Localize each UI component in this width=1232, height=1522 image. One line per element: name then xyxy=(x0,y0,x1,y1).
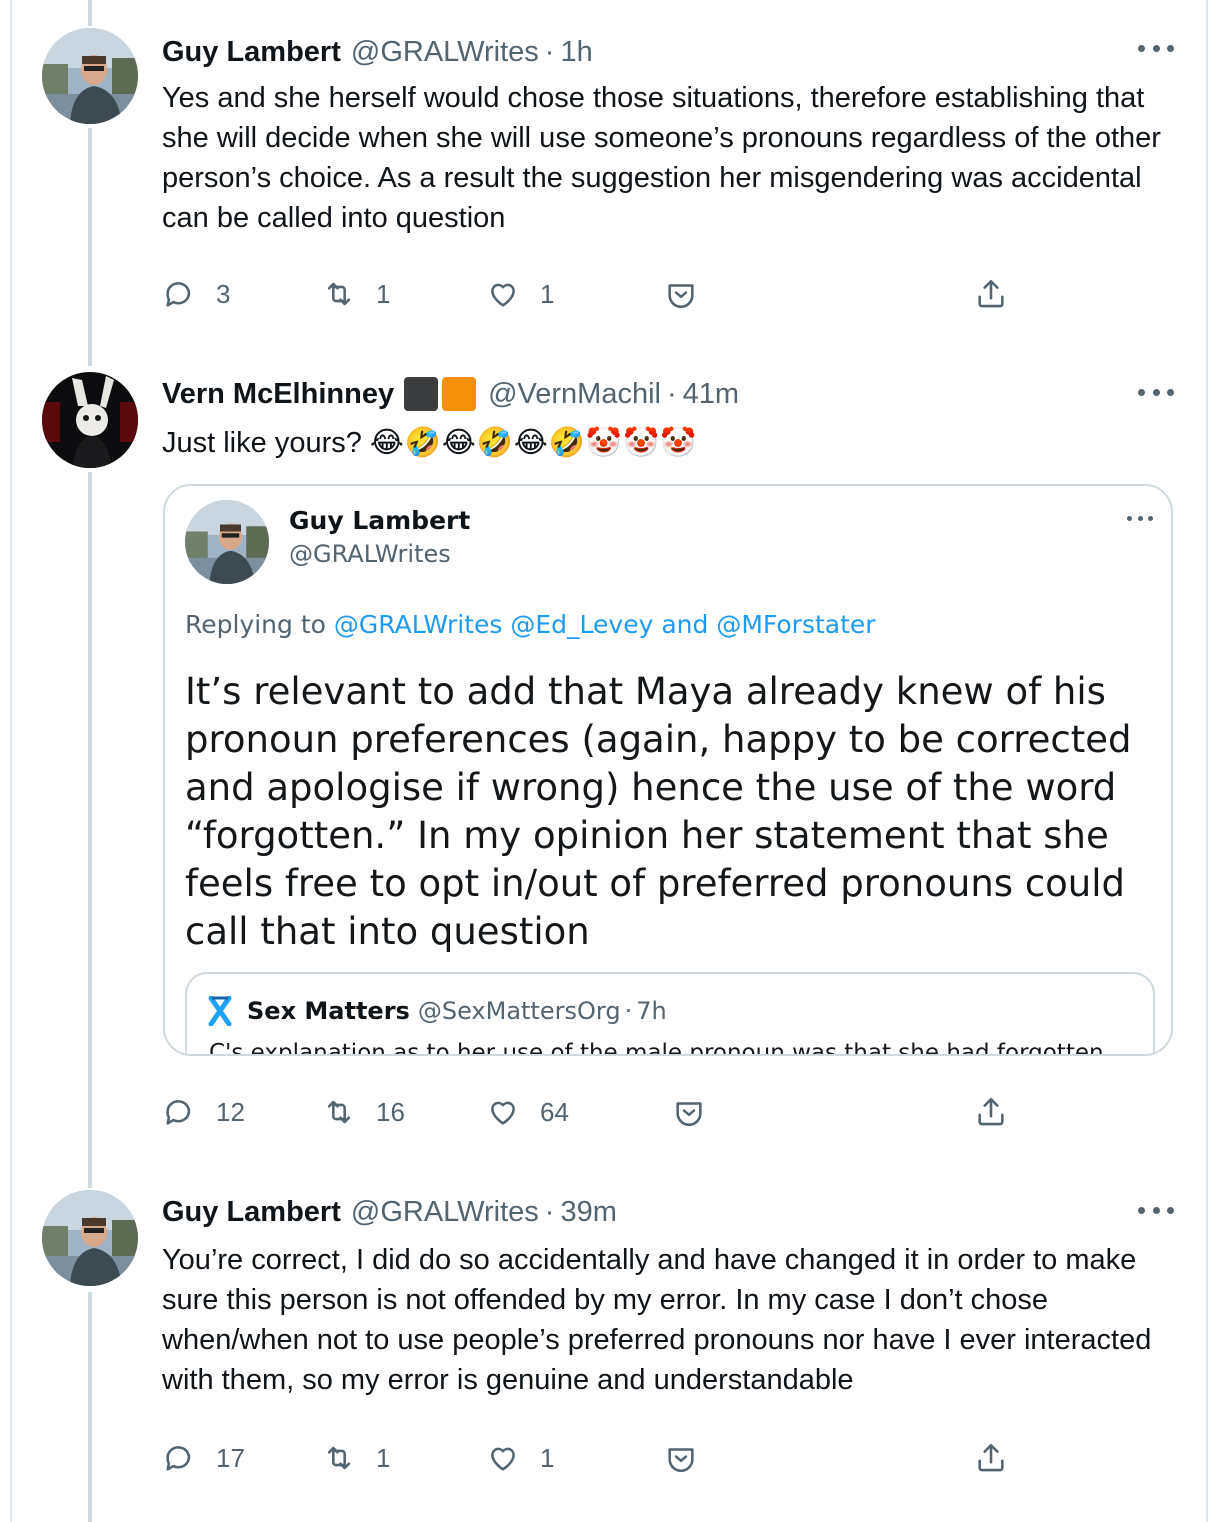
share-button[interactable] xyxy=(974,1090,1008,1134)
retweet-count: 1 xyxy=(376,1442,391,1473)
retweet-icon xyxy=(327,1446,351,1470)
tweet-text: Just like yours? xyxy=(162,427,362,459)
reply-button[interactable]: 3 xyxy=(162,272,230,316)
nested-tweet-header: Sex Matters @SexMattersOrg · 7h xyxy=(207,996,667,1026)
separator-dot: · xyxy=(544,1195,555,1228)
share-icon xyxy=(978,1097,1004,1126)
like-button[interactable]: 1 xyxy=(486,1436,554,1480)
mention-conjunction: and xyxy=(661,610,709,639)
timestamp[interactable]: 1h xyxy=(560,36,592,69)
tip-icon xyxy=(668,1448,694,1472)
orange-square-emoji xyxy=(442,377,477,411)
share-button[interactable] xyxy=(974,272,1008,316)
quoted-author-name[interactable]: Guy Lambert xyxy=(289,506,470,535)
avatar[interactable] xyxy=(42,28,138,124)
tweet-text: You’re correct, I did do so accidentally… xyxy=(162,1244,1152,1396)
author-name[interactable]: Guy Lambert xyxy=(162,36,341,69)
avatar[interactable] xyxy=(42,372,138,468)
like-button[interactable]: 64 xyxy=(486,1090,569,1134)
separator-dot: · xyxy=(544,35,555,68)
profile-photo-icon xyxy=(185,500,269,584)
like-button[interactable]: 1 xyxy=(486,272,554,316)
mention-link[interactable]: @Ed_Levey xyxy=(510,610,653,639)
quoted-author-handle[interactable]: @GRALWrites xyxy=(289,540,451,568)
tweet-actions: 3 1 1 xyxy=(0,272,1232,316)
reply-icon xyxy=(166,1446,191,1471)
thread-connector-top xyxy=(88,0,92,26)
profile-photo-icon xyxy=(42,1190,138,1286)
tip-button[interactable] xyxy=(672,1090,706,1134)
author-handle[interactable]: @GRALWrites xyxy=(351,36,539,69)
replying-to-label: Replying to xyxy=(185,610,326,639)
retweet-icon xyxy=(327,1100,351,1124)
timestamp[interactable]: 39m xyxy=(560,1196,616,1229)
author-name[interactable]: Vern McElhinney xyxy=(162,378,394,411)
more-icon[interactable] xyxy=(1138,42,1174,54)
tip-icon xyxy=(668,284,694,308)
mention-link[interactable]: @GRALWrites xyxy=(334,610,503,639)
profile-photo-icon xyxy=(42,28,138,124)
like-count: 64 xyxy=(540,1096,569,1127)
tweet-header: Guy Lambert @GRALWrites · 39m xyxy=(162,1192,617,1232)
tip-icon xyxy=(676,1102,702,1126)
tweet-actions: 17 1 1 xyxy=(0,1436,1232,1480)
emoji-sequence: 😂🤣😂🤣😂🤣🤡🤡🤡 xyxy=(369,425,698,459)
author-name[interactable]: Guy Lambert xyxy=(162,1196,341,1229)
like-count: 1 xyxy=(540,1442,555,1473)
reply-button[interactable]: 17 xyxy=(162,1436,245,1480)
retweet-count: 1 xyxy=(376,278,391,309)
tweet-text-row: Just like yours? 😂🤣😂🤣😂🤣🤡🤡🤡 xyxy=(162,422,1172,463)
share-button[interactable] xyxy=(974,1436,1008,1480)
like-icon xyxy=(491,1101,515,1125)
reply-button[interactable]: 12 xyxy=(162,1090,245,1134)
more-icon[interactable] xyxy=(1138,386,1174,398)
author-handle[interactable]: @GRALWrites xyxy=(351,1196,539,1229)
author-handle[interactable]: @VernMachil xyxy=(488,378,661,411)
tweet-header: Vern McElhinney @VernMachil · 41m xyxy=(162,374,739,414)
tweet-actions: 12 16 64 xyxy=(0,1090,1232,1134)
quoted-avatar[interactable] xyxy=(185,500,269,584)
like-icon xyxy=(491,1447,515,1471)
tweet[interactable]: Guy Lambert @GRALWrites · 39m You’re cor… xyxy=(0,1190,1232,1490)
mention-link[interactable]: @MForstater xyxy=(716,610,875,639)
quoted-tweet-text: It’s relevant to add that Maya already k… xyxy=(185,670,1132,953)
quoted-tweet[interactable]: Guy Lambert @GRALWrites Replying to @GRA… xyxy=(163,484,1173,1056)
sex-matters-logo-icon xyxy=(208,996,232,1026)
tip-button[interactable] xyxy=(664,1436,698,1480)
separator-dot: · xyxy=(624,997,633,1025)
black-square-emoji xyxy=(404,377,439,411)
nested-tweet-text: C's explanation as to her use of the mal… xyxy=(209,1040,1104,1056)
reply-icon xyxy=(166,1100,191,1125)
separator-dot: · xyxy=(666,377,677,410)
reply-count: 17 xyxy=(216,1442,245,1473)
profile-photo-icon xyxy=(42,372,138,468)
retweet-count: 16 xyxy=(376,1096,405,1127)
tweet-header: Guy Lambert @GRALWrites · 1h xyxy=(162,32,593,72)
timestamp[interactable]: 41m xyxy=(683,378,739,411)
share-icon xyxy=(978,1443,1004,1472)
retweet-button[interactable]: 1 xyxy=(322,272,390,316)
reply-count: 12 xyxy=(216,1096,245,1127)
more-icon[interactable] xyxy=(1138,1204,1174,1216)
reply-icon xyxy=(166,282,191,307)
replying-to: Replying to @GRALWrites @Ed_Levey and @M… xyxy=(185,610,876,639)
avatar[interactable] xyxy=(42,1190,138,1286)
nested-author-name[interactable]: Sex Matters xyxy=(247,997,410,1025)
nested-author-handle[interactable]: @SexMattersOrg xyxy=(418,997,621,1025)
retweet-button[interactable]: 16 xyxy=(322,1090,405,1134)
like-icon xyxy=(491,283,515,307)
retweet-icon xyxy=(327,282,351,306)
reply-count: 3 xyxy=(216,278,231,309)
share-icon xyxy=(978,279,1004,308)
retweet-button[interactable]: 1 xyxy=(322,1436,390,1480)
like-count: 1 xyxy=(540,278,555,309)
tip-button[interactable] xyxy=(664,272,698,316)
more-icon[interactable] xyxy=(1127,514,1153,522)
nested-timestamp[interactable]: 7h xyxy=(636,997,666,1025)
tweet-text: Yes and she herself would chose those si… xyxy=(162,82,1161,234)
tweet[interactable]: Guy Lambert @GRALWrites · 1h Yes and she… xyxy=(0,28,1232,328)
nested-quoted-tweet[interactable]: Sex Matters @SexMattersOrg · 7h C's expl… xyxy=(185,972,1155,1056)
